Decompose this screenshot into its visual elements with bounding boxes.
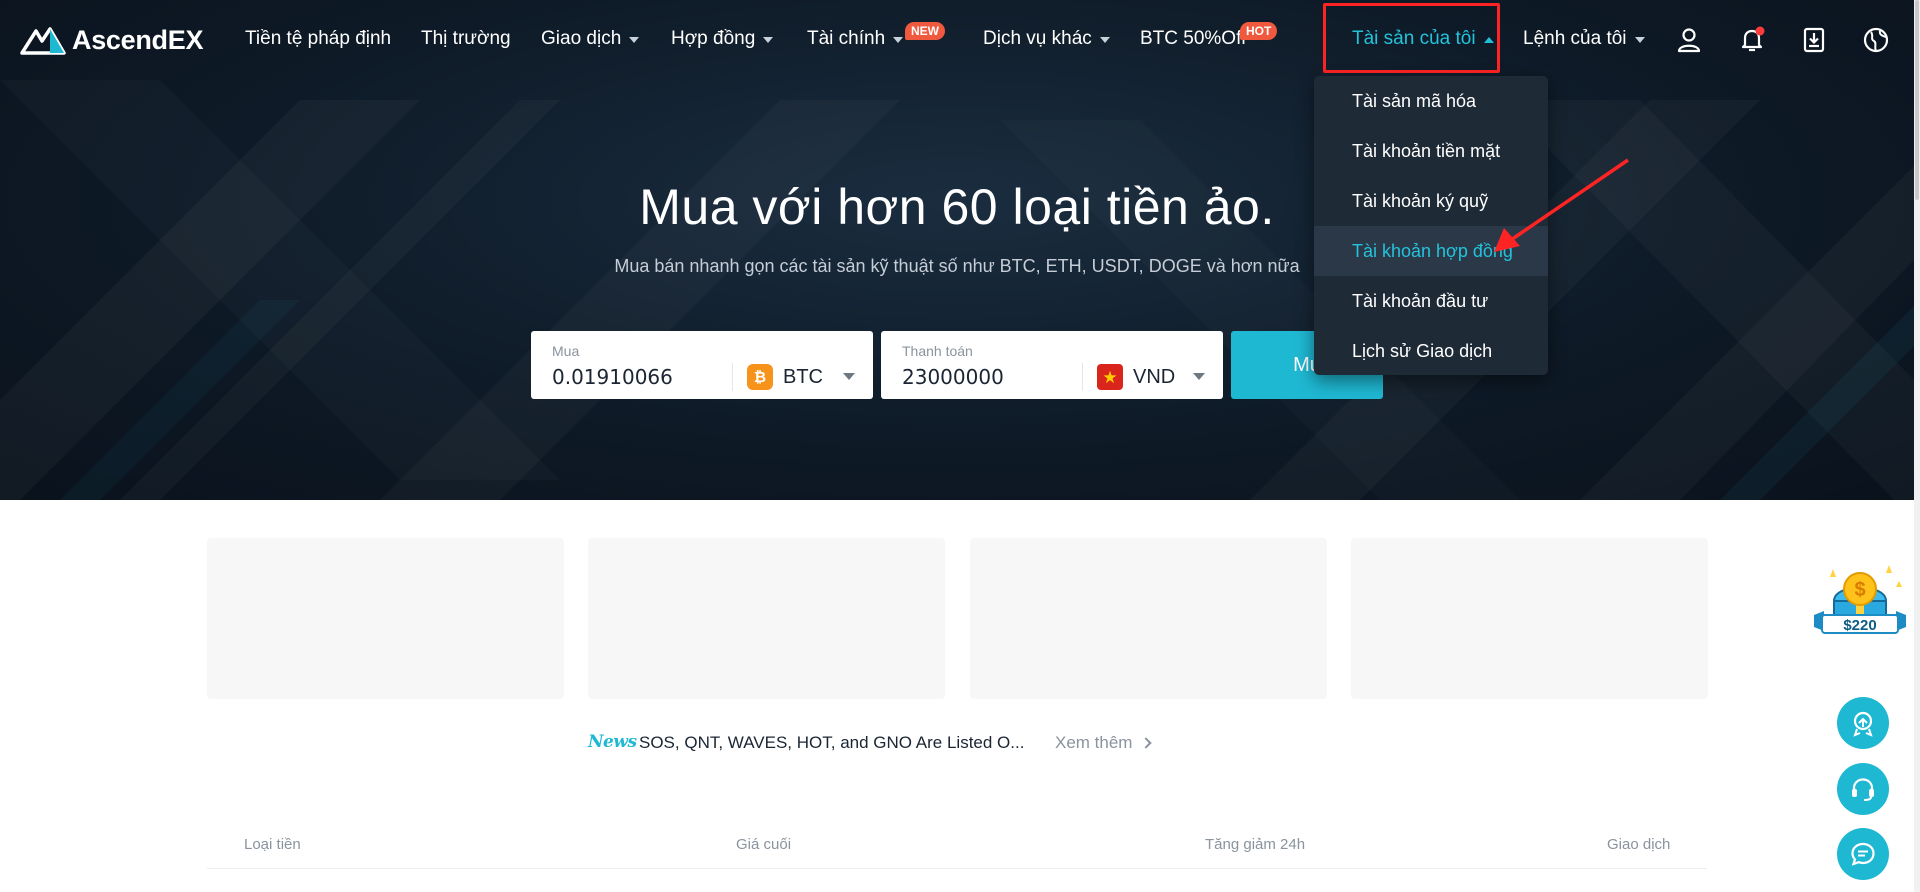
bell-icon[interactable] xyxy=(1736,24,1768,56)
nav-item-my-orders[interactable]: Lệnh của tôi xyxy=(1523,28,1645,50)
table-header-divider xyxy=(207,868,1707,869)
notification-dot xyxy=(1755,26,1765,36)
promo-card-placeholder[interactable] xyxy=(207,538,564,699)
caret-down-icon[interactable] xyxy=(1193,373,1205,380)
payment-currency-label: VND xyxy=(1133,365,1176,388)
promo-card-placeholder[interactable] xyxy=(970,538,1327,699)
buy-currency-label: BTC xyxy=(783,365,823,388)
buy-field-label: Mua xyxy=(552,343,580,359)
payment-field-label: Thanh toán xyxy=(902,343,973,359)
promo-card-placeholder[interactable] xyxy=(1351,538,1708,699)
nav-item-label: BTC 50%Off xyxy=(1140,28,1247,49)
page: Mua với hơn 60 loại tiền ảo. Mua bán nha… xyxy=(0,0,1920,892)
buy-amount-field[interactable]: Mua 0.01910066 ₿ BTC xyxy=(531,331,873,399)
brand-name: AscendEX xyxy=(72,24,204,55)
annotation-arrow-icon xyxy=(1494,158,1629,252)
payment-amount-value[interactable]: 23000000 xyxy=(902,365,1004,389)
nav-item-label: Thị trường xyxy=(421,28,511,49)
rewards-float-button[interactable] xyxy=(1837,697,1889,749)
hot-badge: HOT xyxy=(1240,22,1278,40)
nav-item-label: Tài sản của tôi xyxy=(1352,28,1476,49)
logo-mark-icon xyxy=(20,27,66,55)
gift-icon xyxy=(1853,711,1873,737)
promo-card-placeholder[interactable] xyxy=(588,538,945,699)
vietnam-flag-icon: ★ xyxy=(1097,364,1123,390)
news-icon: News xyxy=(588,732,637,752)
column-header-last-price[interactable]: Giá cuối xyxy=(736,836,791,853)
reward-promo-widget[interactable]: $ $220 xyxy=(1810,563,1910,645)
page-scrollbar-thumb[interactable] xyxy=(1915,0,1919,200)
ascendex-logo[interactable]: AscendEX xyxy=(20,22,203,58)
nav-item-trade[interactable]: Giao dịch xyxy=(541,28,640,50)
caret-down-icon xyxy=(763,37,774,43)
nav-item-label: Dịch vụ khác xyxy=(983,28,1092,49)
caret-down-icon xyxy=(893,37,904,43)
btc-coin-icon: ₿ xyxy=(747,364,773,390)
chat-icon xyxy=(1851,842,1875,866)
nav-item-btc-promo[interactable]: BTC 50%Off xyxy=(1140,28,1246,50)
nav-item-label: Tài chính xyxy=(807,28,886,49)
news-more-link[interactable]: Xem thêm xyxy=(1055,733,1153,753)
field-divider xyxy=(1082,363,1083,391)
dropdown-item-crypto-assets[interactable]: Tài sản mã hóa xyxy=(1314,76,1548,126)
new-badge: NEW xyxy=(905,22,945,40)
headset-icon xyxy=(1852,778,1874,801)
caret-up-icon xyxy=(1483,37,1494,43)
dropdown-item-transaction-history[interactable]: Lịch sử Giao dịch xyxy=(1314,326,1548,376)
chat-float-button[interactable] xyxy=(1837,828,1889,880)
nav-item-label: Hợp đồng xyxy=(671,28,756,49)
field-divider xyxy=(732,363,733,391)
download-icon[interactable] xyxy=(1798,24,1830,56)
nav-item-fiat[interactable]: Tiền tệ pháp định xyxy=(245,28,391,50)
nav-item-market[interactable]: Thị trường xyxy=(421,28,511,50)
payment-currency-select[interactable]: ★ VND xyxy=(1097,364,1175,390)
reward-amount: $220 xyxy=(1843,617,1877,634)
globe-icon[interactable] xyxy=(1860,24,1892,56)
support-float-button[interactable] xyxy=(1837,763,1889,815)
nav-item-finance[interactable]: Tài chính xyxy=(807,28,904,50)
nav-item-label: Tiền tệ pháp định xyxy=(245,28,392,49)
nav-item-contracts[interactable]: Hợp đồng xyxy=(671,28,774,50)
chevron-right-icon xyxy=(1140,737,1153,749)
caret-down-icon xyxy=(1099,37,1110,43)
caret-down-icon xyxy=(629,37,640,43)
column-header-trade[interactable]: Giao dịch xyxy=(1607,836,1670,853)
caret-down-icon xyxy=(1634,37,1645,43)
user-icon[interactable] xyxy=(1673,24,1705,56)
dropdown-item-investment-account[interactable]: Tài khoản đầu tư xyxy=(1314,276,1548,326)
column-header-24h-change[interactable]: Tăng giảm 24h xyxy=(1205,836,1305,853)
news-more-label: Xem thêm xyxy=(1055,733,1133,752)
buy-amount-value[interactable]: 0.01910066 xyxy=(552,365,673,389)
top-navigation: AscendEX Tiền tệ pháp định Thị trường Gi… xyxy=(0,0,1914,80)
caret-down-icon[interactable] xyxy=(843,373,855,380)
nav-item-label: Giao dịch xyxy=(541,28,622,49)
column-header-coin[interactable]: Loại tiền xyxy=(244,836,301,853)
payment-amount-field[interactable]: Thanh toán 23000000 ★ VND xyxy=(881,331,1223,399)
nav-item-my-assets[interactable]: Tài sản của tôi xyxy=(1352,28,1494,50)
svg-text:$: $ xyxy=(1854,579,1865,601)
nav-item-label: Lệnh của tôi xyxy=(1523,28,1627,49)
buy-currency-select[interactable]: ₿ BTC xyxy=(747,364,823,390)
news-headline[interactable]: SOS, QNT, WAVES, HOT, and GNO Are Listed… xyxy=(639,733,1024,753)
nav-item-other-services[interactable]: Dịch vụ khác xyxy=(983,28,1110,50)
